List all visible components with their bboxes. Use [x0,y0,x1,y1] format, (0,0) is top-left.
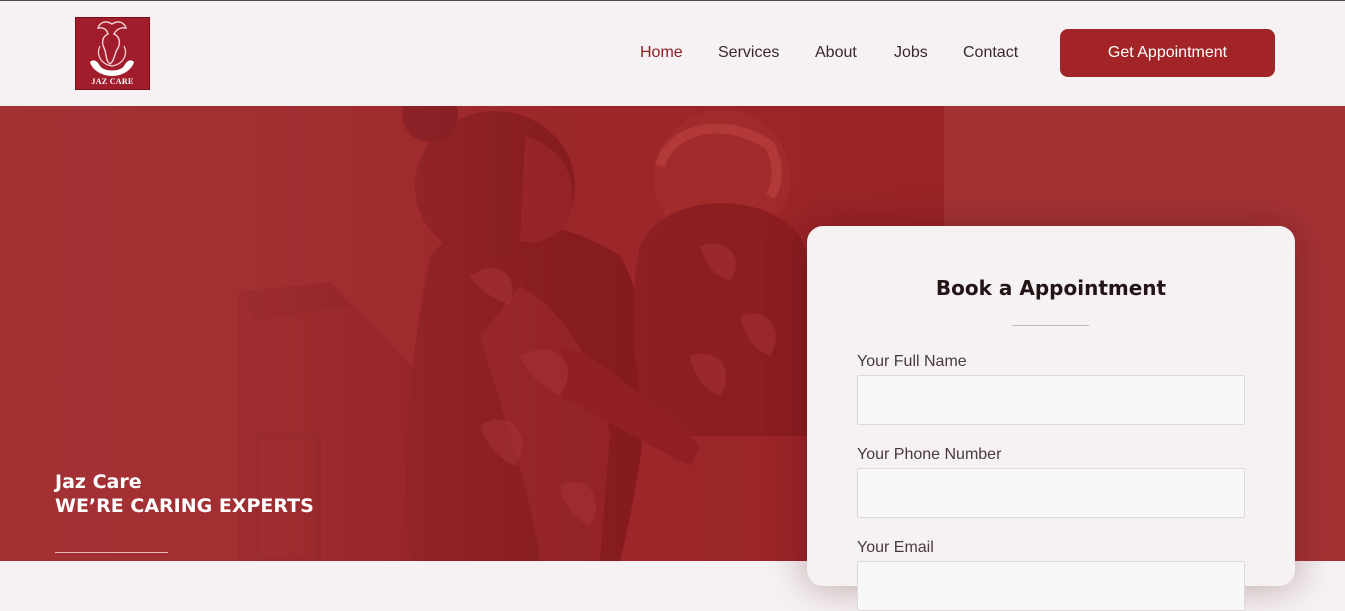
form-title: Book a Appointment [935,276,1167,300]
nav-contact[interactable]: Contact [963,44,1018,62]
full-name-input[interactable] [857,375,1245,425]
nav-services[interactable]: Services [718,44,779,62]
hero-tagline: WE’RE CARING EXPERTS [55,495,314,517]
logo-wordmark: JAZ CARE [91,77,134,86]
hero-divider [55,552,168,553]
phone-number-label: Your Phone Number [857,446,1002,463]
email-label: Your Email [857,539,934,556]
full-name-label: Your Full Name [857,353,967,370]
hero-heading: Jaz Care WE’RE CARING EXPERTS [55,470,314,518]
get-appointment-button[interactable]: Get Appointment [1060,29,1275,77]
nav-about[interactable]: About [815,44,857,62]
nav-home[interactable]: Home [640,44,683,62]
hero-brand: Jaz Care [55,471,142,493]
phone-number-input[interactable] [857,468,1245,518]
jaz-care-logo[interactable]: JAZ CARE [75,17,150,90]
site-header: JAZ CARE Home Services About Jobs Contac… [0,1,1345,106]
nav-jobs[interactable]: Jobs [894,44,928,62]
form-title-divider [1012,325,1089,326]
appointment-form-card: Book a Appointment Your Full Name Your P… [807,226,1295,611]
email-input[interactable] [857,561,1245,611]
